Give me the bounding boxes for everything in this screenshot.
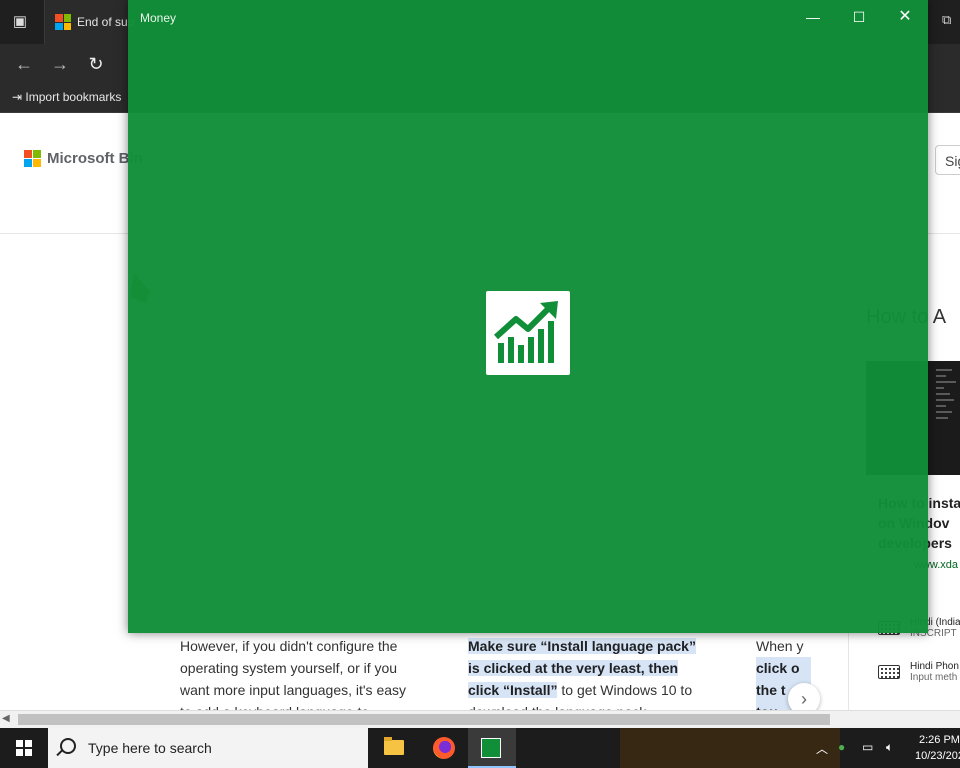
close-icon[interactable]: ✕ — [882, 0, 928, 34]
scrollbar-thumb[interactable] — [18, 714, 830, 725]
show-hidden-icons[interactable]: ︿ — [816, 740, 828, 757]
clock-time: 2:26 PM — [918, 734, 960, 746]
signin-button[interactable]: Sig — [935, 145, 960, 175]
minimize-icon[interactable]: — — [790, 0, 836, 34]
windows-logo-icon — [16, 740, 32, 756]
taskbar-clock[interactable]: 2:26 PM 10/23/202 — [915, 732, 960, 764]
horizontal-scrollbar[interactable]: ◀ — [0, 710, 960, 729]
import-bookmarks-label: Import bookmarks — [25, 90, 122, 104]
tab-title: End of sup — [77, 15, 135, 29]
keyboard-icon — [878, 665, 900, 679]
answer-text: However, if you didn't configure the ope… — [180, 638, 407, 720]
people-icon[interactable]: ● — [838, 740, 845, 754]
clock-date: 10/23/202 — [915, 750, 960, 762]
taskbar-search-box[interactable]: Type here to search — [48, 728, 368, 768]
window-title: Money — [140, 11, 177, 25]
firefox-button[interactable] — [420, 728, 468, 768]
tab-actions-icon[interactable]: ▣ — [8, 10, 32, 34]
microsoft-logo-icon — [24, 150, 41, 167]
bing-logo[interactable]: Microsoft Bin — [24, 150, 143, 167]
file-explorer-button[interactable] — [370, 728, 418, 768]
money-app-button[interactable] — [468, 728, 516, 768]
keyboard-method: Input meth — [910, 672, 958, 683]
answer-highlight: click o — [756, 657, 811, 679]
keyboard-item[interactable]: Hindi Phon Input meth — [878, 661, 959, 683]
microsoft-logo-icon — [55, 14, 71, 30]
folder-icon — [384, 737, 404, 755]
forward-icon[interactable]: → — [48, 52, 72, 76]
volume-icon[interactable]: 🔈︎ — [886, 740, 893, 755]
taskbar-background-art — [620, 728, 840, 768]
search-placeholder: Type here to search — [88, 740, 212, 756]
keyboard-name: Hindi Phon — [910, 661, 959, 672]
firefox-icon — [433, 737, 455, 759]
scroll-left-icon[interactable]: ◀ — [2, 713, 10, 724]
back-icon[interactable]: ← — [12, 52, 36, 76]
reload-icon[interactable]: ↻ — [84, 52, 108, 76]
money-app-window[interactable]: Money — ☐ ✕ — [128, 0, 928, 633]
money-app-icon — [481, 738, 501, 758]
start-button[interactable] — [0, 728, 48, 768]
money-chart-logo — [486, 291, 570, 375]
maximize-icon[interactable]: ☐ — [836, 0, 882, 34]
answer-text: When y — [756, 638, 804, 654]
search-icon — [60, 738, 76, 754]
network-icon[interactable]: ▭ — [862, 740, 873, 754]
restore-icon[interactable]: ⧉ — [942, 12, 960, 30]
import-bookmarks-link[interactable]: ⇥ Import bookmarks — [12, 90, 121, 104]
taskbar: Type here to search ︿ ● ▭ 🔈︎ 2:26 PM 10/… — [0, 728, 960, 768]
